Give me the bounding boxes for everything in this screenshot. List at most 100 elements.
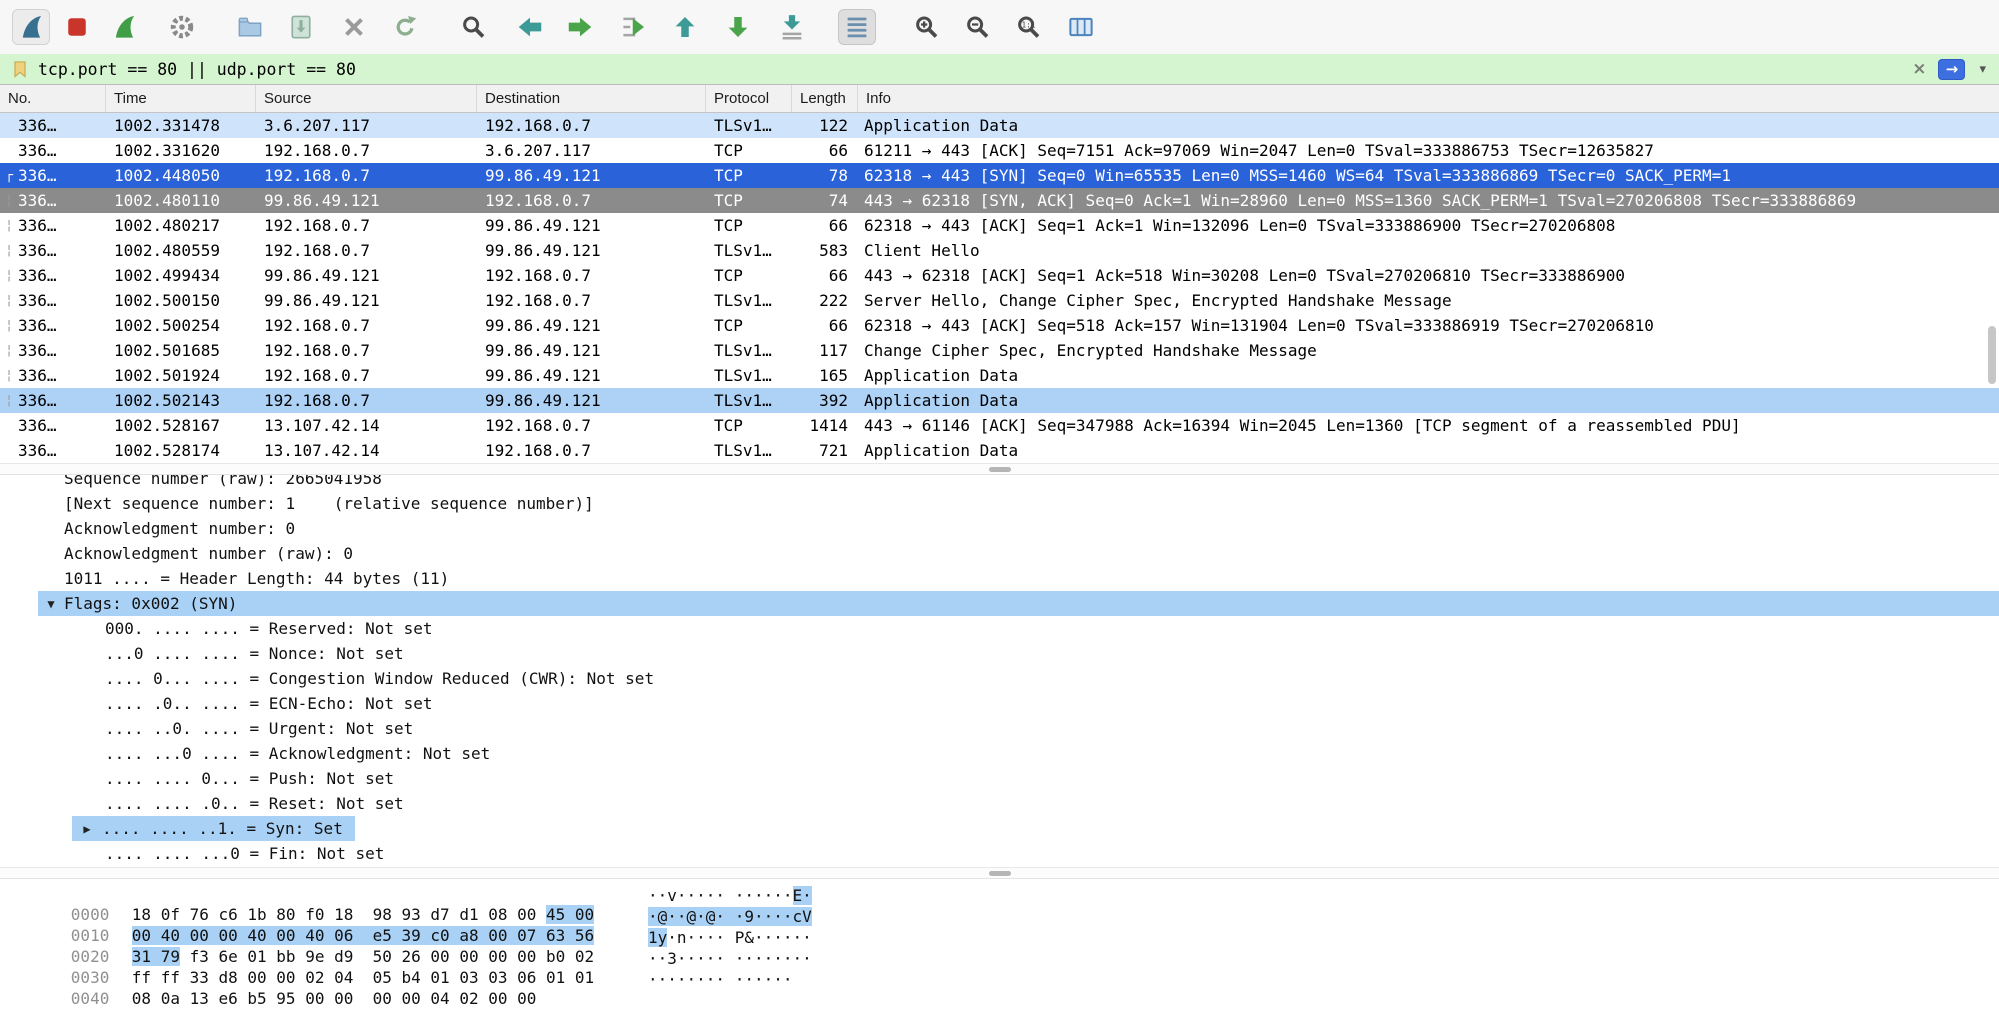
packet-row[interactable]: ¦336… 1002.501924192.168.0.7 99.86.49.12…	[0, 363, 1999, 388]
related-packet-mark: ¦	[0, 388, 18, 413]
capture-options-button[interactable]	[163, 9, 201, 45]
detail-line[interactable]: 000. .... .... = Reserved: Not set	[0, 616, 1999, 641]
related-packet-mark: ¦	[0, 188, 18, 213]
related-packet-mark: ¦	[0, 313, 18, 338]
related-packet-mark	[0, 438, 18, 463]
goto-packet-icon	[619, 12, 649, 42]
hex-offset: 0040	[71, 989, 132, 1008]
related-packet-mark: ┌	[0, 163, 18, 188]
auto-scroll-icon	[777, 12, 807, 42]
hex-ascii[interactable]: ········ ······	[648, 970, 793, 989]
packet-row[interactable]: 336… 1002.52816713.107.42.14 192.168.0.7…	[0, 413, 1999, 438]
filter-input[interactable]	[38, 57, 1900, 81]
pane-splitter[interactable]	[0, 867, 1999, 879]
hex-row[interactable]: 004008 0a 13 e6 b5 95 00 00 00 00 04 02 …	[0, 970, 1999, 991]
packet-list-scrollbar-thumb[interactable]	[1988, 326, 1996, 384]
packet-row[interactable]: 336… 1002.3314783.6.207.117 192.168.0.7T…	[0, 113, 1999, 138]
zoom-in-icon	[911, 12, 941, 42]
close-file-button[interactable]	[335, 9, 373, 45]
packet-row[interactable]: ¦336… 1002.49943499.86.49.121 192.168.0.…	[0, 263, 1999, 288]
expand-triangle-icon[interactable]: ▶	[72, 822, 102, 836]
column-header-info[interactable]: Info	[858, 85, 1999, 112]
auto-scroll-button[interactable]	[773, 9, 811, 45]
column-header-no[interactable]: No.	[0, 85, 106, 112]
detail-line[interactable]: .... 0... .... = Congestion Window Reduc…	[0, 666, 1999, 691]
hex-row[interactable]: 000018 0f 76 c6 1b 80 f0 18 98 93 d7 d1 …	[0, 886, 1999, 907]
splitter-handle-icon	[989, 467, 1011, 472]
column-header-length[interactable]: Length	[792, 85, 858, 112]
related-packet-mark: ¦	[0, 238, 18, 263]
shark-fin-icon	[16, 12, 46, 42]
packet-row[interactable]: ¦336… 1002.501685192.168.0.7 99.86.49.12…	[0, 338, 1999, 363]
hex-row[interactable]: 002031 79 f3 6e 01 bb 9e d9 50 26 00 00 …	[0, 928, 1999, 949]
go-to-packet-button[interactable]	[615, 9, 653, 45]
go-first-packet-button[interactable]	[666, 9, 704, 45]
go-last-packet-button[interactable]	[719, 9, 757, 45]
packet-row[interactable]: ¦336… 1002.48011099.86.49.121 192.168.0.…	[0, 188, 1999, 213]
detail-line[interactable]: 1011 .... = Header Length: 44 bytes (11)	[0, 566, 1999, 591]
packet-row-selected[interactable]: ┌336… 1002.448050192.168.0.7 99.86.49.12…	[0, 163, 1999, 188]
packet-list: 336… 1002.3314783.6.207.117 192.168.0.7T…	[0, 113, 1999, 463]
column-header-destination[interactable]: Destination	[477, 85, 706, 112]
find-packet-button[interactable]	[454, 9, 492, 45]
related-packet-mark: ¦	[0, 213, 18, 238]
stop-capture-button[interactable]	[58, 9, 96, 45]
detail-line-flags[interactable]: ▼ Flags: 0x002 (SYN)	[0, 591, 1999, 616]
detail-line[interactable]: .... .... ...0 = Fin: Not set	[0, 841, 1999, 866]
zoom-out-button[interactable]	[958, 9, 996, 45]
packet-row[interactable]: ¦336… 1002.502143192.168.0.7 99.86.49.12…	[0, 388, 1999, 413]
hex-row[interactable]: 0030ff ff 33 d8 00 00 02 04 05 b4 01 03 …	[0, 949, 1999, 970]
detail-line[interactable]: .... .0.. .... = ECN-Echo: Not set	[0, 691, 1999, 716]
filter-clear-icon[interactable]: ×	[1908, 59, 1930, 79]
colorize-packets-button[interactable]	[838, 9, 876, 45]
related-packet-mark: ¦	[0, 338, 18, 363]
detail-line[interactable]: ...0 .... .... = Nonce: Not set	[0, 641, 1999, 666]
filter-bookmark-icon[interactable]	[10, 59, 30, 79]
hex-ascii[interactable]: ··3····· ········	[648, 949, 812, 968]
pane-splitter[interactable]	[0, 463, 1999, 475]
restart-capture-button[interactable]	[105, 9, 143, 45]
detail-line[interactable]: Acknowledgment number: 0	[0, 516, 1999, 541]
zoom-out-icon	[962, 12, 992, 42]
detail-line[interactable]: Sequence number (raw): 2665041958	[0, 475, 1999, 491]
packet-row[interactable]: ¦336… 1002.50015099.86.49.121 192.168.0.…	[0, 288, 1999, 313]
collapse-triangle-icon[interactable]: ▼	[38, 597, 64, 611]
save-file-button[interactable]	[282, 9, 320, 45]
detail-line[interactable]: .... .... .0.. = Reset: Not set	[0, 791, 1999, 816]
packet-row[interactable]: ¦336… 1002.480217192.168.0.7 99.86.49.12…	[0, 213, 1999, 238]
packet-row[interactable]: 336… 1002.52817413.107.42.14 192.168.0.7…	[0, 438, 1999, 463]
packet-row[interactable]: ¦336… 1002.500254192.168.0.7 99.86.49.12…	[0, 313, 1999, 338]
related-packet-mark	[0, 113, 18, 138]
detail-line[interactable]: .... ..0. .... = Urgent: Not set	[0, 716, 1999, 741]
related-packet-mark: ¦	[0, 288, 18, 313]
go-forward-button[interactable]	[561, 9, 599, 45]
zoom-normal-button[interactable]: 1:1	[1009, 9, 1047, 45]
detail-line[interactable]: .... ...0 .... = Acknowledgment: Not set	[0, 741, 1999, 766]
detail-line[interactable]: [Next sequence number: 1 (relative seque…	[0, 491, 1999, 516]
resize-columns-button[interactable]	[1062, 9, 1100, 45]
filter-apply-button[interactable]: →	[1938, 59, 1965, 80]
syn-field-highlight: ▶ .... .... ..1. = Syn: Set	[72, 816, 355, 841]
open-file-button[interactable]	[231, 9, 269, 45]
start-capture-button[interactable]	[12, 9, 50, 45]
svg-text:1:1: 1:1	[1022, 21, 1036, 30]
packet-row[interactable]: 336… 1002.331620192.168.0.7 3.6.207.117T…	[0, 138, 1999, 163]
column-header-time[interactable]: Time	[106, 85, 256, 112]
up-arrow-icon	[670, 12, 700, 42]
filter-dropdown-chevron-icon[interactable]: ▾	[1973, 62, 1989, 77]
packet-row[interactable]: ¦336… 1002.480559192.168.0.7 99.86.49.12…	[0, 238, 1999, 263]
hex-ascii[interactable]: ··v····· ······E·	[648, 886, 812, 905]
detail-line[interactable]: .... .... 0... = Push: Not set	[0, 766, 1999, 791]
go-back-button[interactable]	[511, 9, 549, 45]
detail-line[interactable]: Acknowledgment number (raw): 0	[0, 541, 1999, 566]
down-arrow-icon	[723, 12, 753, 42]
hex-ascii[interactable]: ·@··@·@· ·9····cV	[648, 907, 812, 926]
hex-row[interactable]: 001000 40 00 00 40 00 40 06 e5 39 c0 a8 …	[0, 907, 1999, 928]
detail-line-syn-selected[interactable]: ▶ .... .... ..1. = Syn: Set	[0, 816, 1999, 841]
hex-dump-pane: 000018 0f 76 c6 1b 80 f0 18 98 93 d7 d1 …	[0, 879, 1999, 1018]
hex-ascii[interactable]: 1y·n···· P&······	[648, 928, 812, 947]
reload-file-button[interactable]	[386, 9, 424, 45]
zoom-in-button[interactable]	[907, 9, 945, 45]
column-header-source[interactable]: Source	[256, 85, 477, 112]
column-header-protocol[interactable]: Protocol	[706, 85, 792, 112]
